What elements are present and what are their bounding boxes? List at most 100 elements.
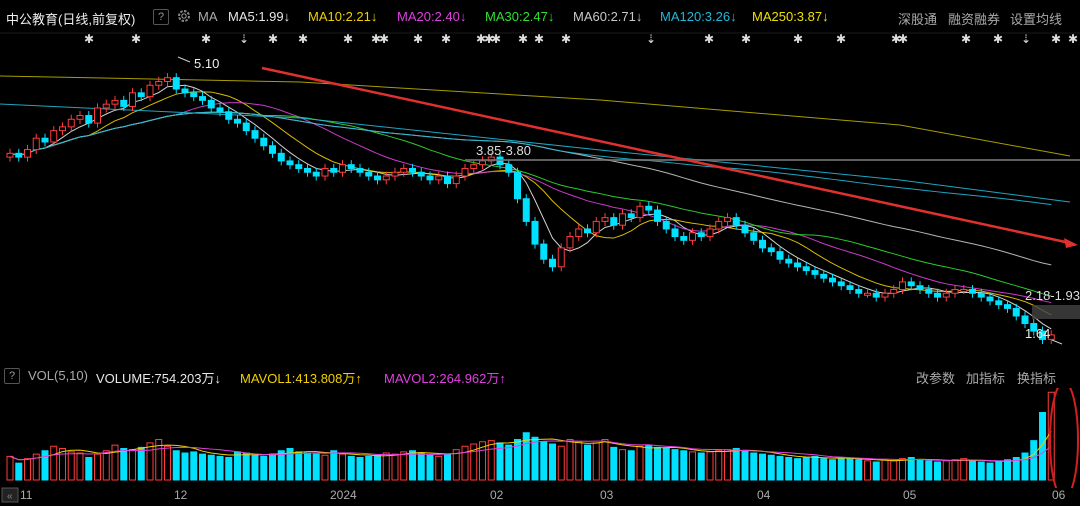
candle-body [864,292,871,296]
candle-body [662,220,670,230]
volume-bar [295,451,303,481]
candle-body [321,167,329,177]
volume-bar [15,462,23,481]
event-marker: ✱ [84,32,94,46]
candle-body [575,228,583,238]
volume-bar [995,460,1003,481]
candle-body [155,80,163,86]
candle-body [802,266,810,272]
candle-body [942,292,950,298]
volume-bar [207,454,215,481]
volume-chart[interactable] [0,388,1080,488]
candle-body [85,115,93,124]
ma60-line [9,111,1052,266]
volume-help-button[interactable]: ? [4,368,20,384]
volume-bar [864,460,871,481]
candle-body [339,164,346,173]
candle-body [732,217,740,226]
candle-body [837,281,845,287]
candle-body [767,247,775,253]
high-pointer [177,56,191,63]
candle-body [1021,315,1029,325]
volume-bar [94,453,101,481]
candle-body [977,292,985,298]
volume-bar [1030,440,1038,481]
x-tick-label: 02 [490,488,504,502]
volume-bar [881,459,889,481]
volume-bar [391,453,399,481]
candle-body [216,107,224,113]
candle-body [636,205,644,219]
volume-bar [986,462,994,481]
candle-body [785,258,793,264]
candle-body [94,107,101,124]
candle-body [592,220,600,234]
candle-body [811,270,819,275]
candle-body [715,220,723,230]
candle-body [304,167,311,173]
candle-body [225,111,233,120]
volume-bar [557,445,565,481]
volume-bar [435,455,443,481]
volume-bar [85,457,93,481]
event-marker: ✱ [201,32,211,46]
volume-bar [575,441,583,481]
volume-bar [829,459,836,481]
event-marker: ✱ [131,32,141,46]
volume-bar [330,450,338,481]
candle-body [400,167,408,173]
switch-indicator-button[interactable]: 换指标 [1017,368,1056,387]
volume-bar [356,457,364,481]
volume-bar [347,455,355,481]
candle-body [724,217,731,222]
candle-body [890,288,898,294]
candle-body [409,167,416,173]
candle-body [24,149,31,158]
volume-bar [662,448,670,481]
candlestick-chart[interactable]: ✱ ✱ ✱ ⇣ ✱ ✱ ✱ ✱✱ ✱ ✱ ✱✱✱ ✱ ✱ ✱ ⇣ ✱ ✱ ✱ ✱ ✱✱ ✱ ✱ ⇣ ✱ ✱5.103.85-3.… [0,0,1080,362]
volume-bar [645,444,653,481]
candle-body [951,288,959,294]
volume-bar [1004,459,1011,481]
event-marker: ⇣ [646,32,656,46]
volume-bar [1021,452,1029,481]
candle-body [146,84,154,98]
event-marker: ✱ [836,32,846,46]
candle-body [286,160,294,166]
volume-indicator-name: VOL(5,10) [28,368,88,383]
candle-body [181,88,189,94]
event-marker: ✱ [298,32,308,46]
volume-bar [977,461,985,481]
event-marker: ✱ [491,32,501,46]
candle-body [907,281,915,287]
volume-bar [741,450,749,481]
volume-bar [120,448,128,481]
candle-body [452,175,460,185]
candle-body [172,77,180,90]
volume-bar [601,439,609,481]
volume-bar [820,458,828,481]
volume-bar [697,452,705,481]
candle-body [120,99,128,107]
volume-bar [636,445,644,481]
ma250-line [0,75,1071,157]
volume-bar [540,441,548,481]
event-marker: ✱ [518,32,528,46]
event-marker: ⇣ [1021,32,1031,46]
x-tick-label: 2024 [330,488,357,502]
volume-bar [890,460,898,481]
edit-params-button[interactable]: 改参数 [916,368,955,387]
volume-bar [759,453,766,481]
candle-body [470,164,478,169]
volume-bar [549,443,556,481]
ma120-long-line [0,103,1071,203]
add-indicator-button[interactable]: 加指标 [966,368,1005,387]
volume-bar [59,448,66,481]
event-marker: ✱ [268,32,278,46]
event-marker: ✱ [961,32,971,46]
candle-body [776,251,784,260]
volume-bar [164,445,171,481]
volume-bar [566,439,574,481]
volume-bar [417,452,425,481]
volume-bar [146,442,154,481]
